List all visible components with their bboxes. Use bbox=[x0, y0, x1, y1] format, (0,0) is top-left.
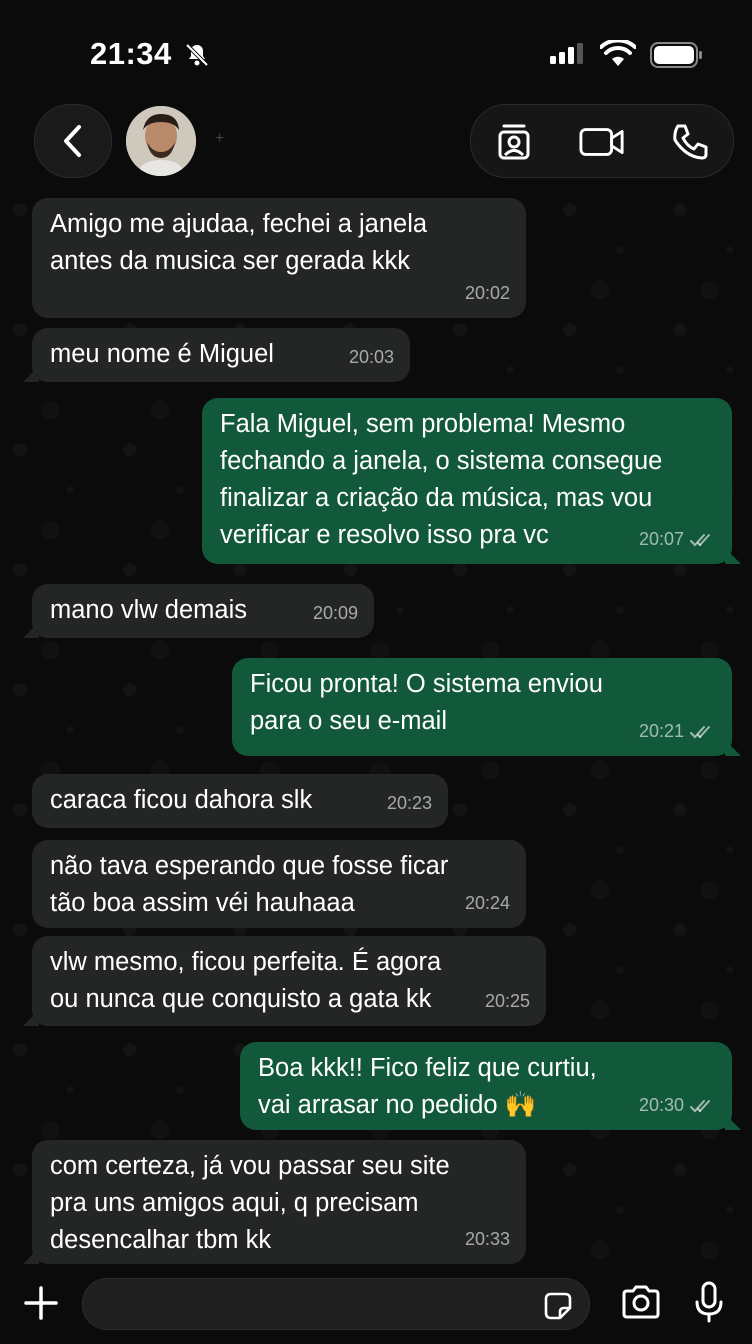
message-meta: 20:02 bbox=[465, 275, 510, 312]
cellular-signal-icon bbox=[550, 43, 583, 64]
message-text: Amigo me ajudaa, fechei a janela antes d… bbox=[50, 210, 428, 275]
plus-icon[interactable] bbox=[22, 1284, 60, 1322]
message-meta: 20:33 bbox=[465, 1221, 510, 1258]
message-time: 20:03 bbox=[348, 347, 394, 367]
outgoing-message[interactable]: Fala Miguel, sem problema! Mesmo fechand… bbox=[202, 398, 732, 564]
contact-card-button[interactable] bbox=[491, 119, 537, 165]
message-input-box bbox=[82, 1278, 590, 1331]
avatar-image bbox=[126, 106, 196, 176]
call-actions bbox=[470, 104, 734, 178]
message-text: caraca ficou dahora slk bbox=[50, 786, 313, 814]
status-bar: 21:34 bbox=[0, 0, 752, 100]
message-meta: 20:23 bbox=[387, 785, 432, 822]
message-text: mano vlw demais bbox=[50, 596, 247, 624]
status-time: 21:34 bbox=[90, 36, 172, 71]
message-meta: 20:21 bbox=[639, 713, 716, 750]
message-meta: 20:24 bbox=[465, 885, 510, 922]
incoming-message[interactable]: caraca ficou dahora slk 20:23 bbox=[32, 774, 448, 828]
message-time: 20:33 bbox=[464, 1229, 510, 1249]
message-meta: 20:30 bbox=[639, 1087, 716, 1124]
wifi-icon bbox=[600, 40, 636, 66]
sticker-icon[interactable] bbox=[543, 1291, 573, 1321]
voice-call-button[interactable] bbox=[667, 119, 713, 165]
message-meta: 20:09 bbox=[313, 595, 358, 632]
double-check-icon bbox=[690, 533, 710, 546]
message-text: meu nome é Miguel bbox=[50, 340, 274, 368]
message-meta: 20:25 bbox=[485, 983, 530, 1020]
contact-card-icon bbox=[498, 124, 530, 160]
incoming-message[interactable]: não tava esperando que fosse ficar tão b… bbox=[32, 840, 526, 928]
message-time: 20:23 bbox=[386, 793, 432, 813]
message-meta: 20:07 bbox=[639, 521, 716, 558]
message-time: 20:25 bbox=[484, 991, 530, 1011]
message-text: vlw mesmo, ficou perfeita. É agora ou nu… bbox=[50, 948, 442, 1013]
avatar[interactable] bbox=[126, 106, 196, 176]
message-time: 20:30 bbox=[638, 1095, 684, 1115]
message-time: 20:09 bbox=[312, 603, 358, 623]
video-camera-icon bbox=[579, 128, 624, 156]
camera-icon[interactable] bbox=[620, 1284, 662, 1320]
microphone-icon[interactable] bbox=[694, 1280, 724, 1324]
incoming-message[interactable]: Amigo me ajudaa, fechei a janela antes d… bbox=[32, 198, 526, 318]
message-input[interactable] bbox=[99, 1279, 533, 1331]
video-call-button[interactable] bbox=[579, 119, 625, 165]
name-placeholder-dot: + bbox=[215, 130, 225, 147]
bell-slash-icon bbox=[185, 43, 209, 67]
composer bbox=[0, 1266, 752, 1344]
incoming-message[interactable]: com certeza, já vou passar seu site pra … bbox=[23, 1140, 526, 1264]
outgoing-message[interactable]: Ficou pronta! O sistema enviou para o se… bbox=[232, 658, 732, 756]
message-meta: 20:03 bbox=[349, 339, 394, 376]
outgoing-message[interactable]: Boa kkk!! Fico feliz que curtiu, vai arr… bbox=[240, 1042, 732, 1130]
chevron-left-icon bbox=[64, 125, 81, 157]
back-button[interactable] bbox=[34, 104, 112, 178]
message-time: 20:02 bbox=[464, 283, 510, 303]
message-text: com certeza, já vou passar seu site pra … bbox=[50, 1152, 450, 1254]
incoming-message[interactable]: mano vlw demais 20:09 bbox=[23, 584, 374, 638]
battery-icon bbox=[650, 42, 702, 68]
message-time: 20:07 bbox=[638, 529, 684, 549]
message-time: 20:21 bbox=[638, 721, 684, 741]
phone-icon bbox=[673, 124, 708, 160]
incoming-message[interactable]: vlw mesmo, ficou perfeita. É agora ou nu… bbox=[23, 936, 546, 1026]
chat-header: + bbox=[0, 100, 752, 192]
incoming-message[interactable]: meu nome é Miguel 20:03 bbox=[23, 328, 410, 382]
message-time: 20:24 bbox=[464, 893, 510, 913]
message-text: não tava esperando que fosse ficar tão b… bbox=[50, 852, 449, 917]
double-check-icon bbox=[690, 725, 710, 738]
double-check-icon bbox=[690, 1099, 710, 1112]
